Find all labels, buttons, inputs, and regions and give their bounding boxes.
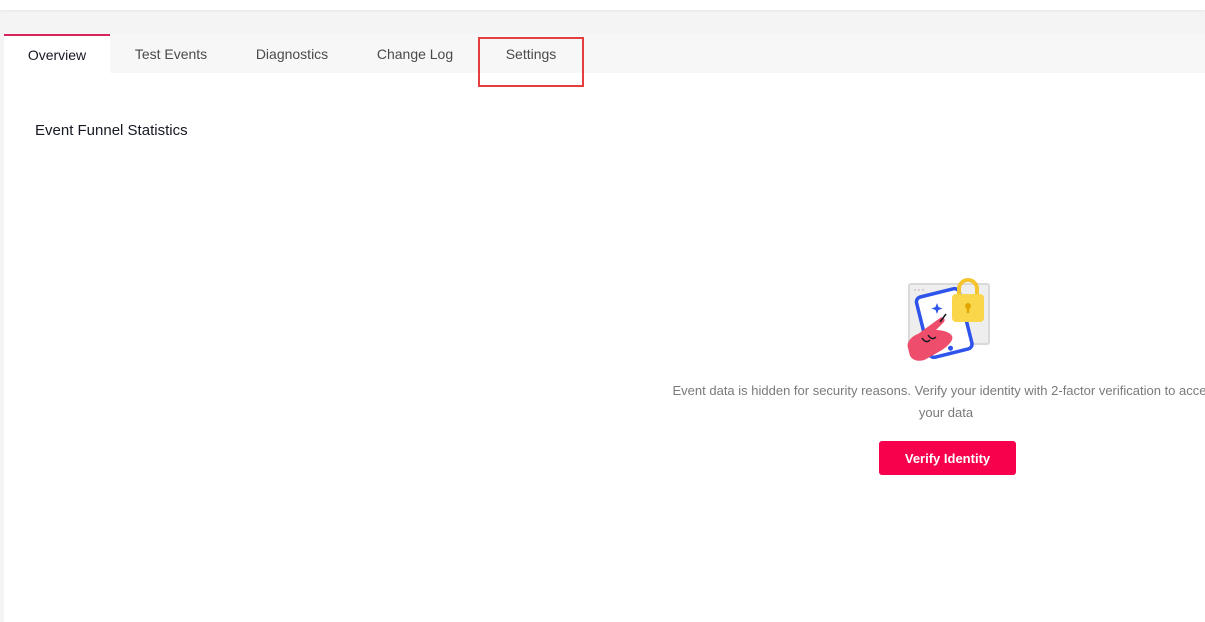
settings-highlight-box [478,37,584,87]
verify-identity-button[interactable]: Verify Identity [879,441,1016,475]
tab-diagnostics[interactable]: Diagnostics [232,34,352,73]
tab-overview[interactable]: Overview [4,34,110,73]
tab-change-log-label: Change Log [376,45,454,62]
security-message-line1: Event data is hidden for security reason… [672,383,1205,398]
security-message-line2: your data [918,405,974,420]
tab-change-log[interactable]: Change Log [352,34,478,73]
tab-bar: Overview Test Events Diagnostics Change … [4,34,1205,73]
tab-test-events-label: Test Events [134,45,208,62]
main-panel: Overview Test Events Diagnostics Change … [4,34,1205,622]
security-message: Event data is hidden for security reason… [646,380,1205,424]
tab-overview-label: Overview [27,46,87,63]
tab-test-events[interactable]: Test Events [110,34,232,73]
tab-diagnostics-label: Diagnostics [255,45,329,62]
section-title: Event Funnel Statistics [35,122,188,139]
top-header-bar [0,0,1205,10]
phone-lock-hand-icon [902,278,992,366]
